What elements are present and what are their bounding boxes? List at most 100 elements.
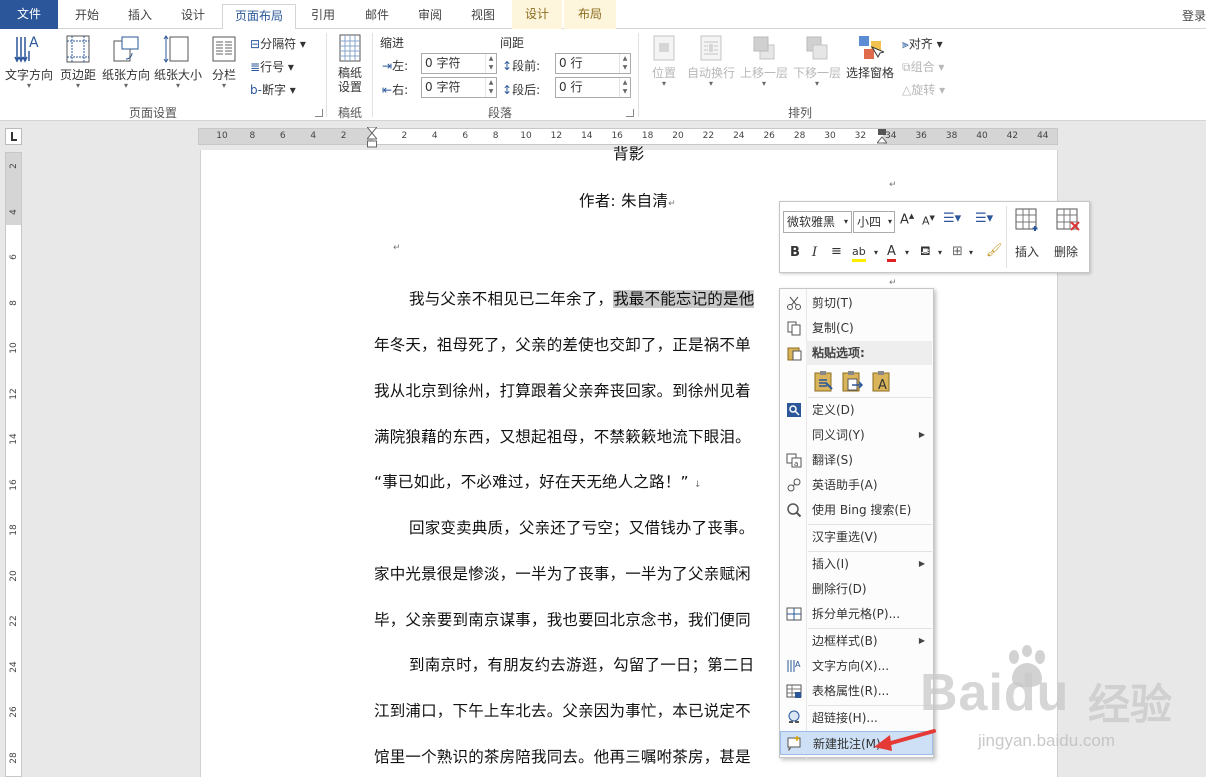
chevron-down-icon[interactable]: ▾ bbox=[905, 248, 909, 257]
orientation-button[interactable]: 纸张方向 ▾ bbox=[100, 33, 152, 90]
selected-text[interactable]: 我最不能忘记的是他 bbox=[613, 290, 755, 308]
columns-icon bbox=[212, 36, 236, 62]
rotate-button[interactable]: △旋转 ▾ bbox=[902, 81, 945, 98]
login-link[interactable]: 登录 bbox=[1182, 7, 1206, 24]
numbering-icon[interactable]: ☰▾ bbox=[975, 211, 993, 226]
tab-page-layout[interactable]: 页面布局 bbox=[222, 4, 296, 30]
tab-selector-icon[interactable] bbox=[5, 128, 22, 145]
menu-item-cut[interactable]: 剪切(T) bbox=[780, 291, 933, 315]
menu-item-reconvert[interactable]: 汉字重选(V) bbox=[780, 525, 933, 549]
vertical-ruler[interactable]: 2 4 6 8 10 12 14 16 18 20 22 24 26 28 bbox=[5, 152, 22, 777]
svg-text:A: A bbox=[795, 660, 801, 669]
chevron-down-icon[interactable]: ▾ bbox=[969, 248, 973, 257]
columns-button[interactable]: 分栏 ▾ bbox=[206, 33, 242, 90]
margins-button[interactable]: 页边距 ▾ bbox=[56, 33, 100, 90]
tab-home[interactable]: 开始 bbox=[62, 4, 112, 29]
menu-item-insert[interactable]: 插入(I) ▶ bbox=[780, 552, 933, 576]
insert-table-button[interactable] bbox=[1015, 208, 1041, 235]
tab-design[interactable]: 设计 bbox=[168, 4, 218, 29]
grow-font-icon[interactable]: A▲ bbox=[900, 212, 914, 227]
borders-icon[interactable]: ⊞ bbox=[952, 244, 963, 259]
group-objects-button[interactable]: ⧉组合 ▾ bbox=[902, 58, 944, 75]
menu-item-split-cells[interactable]: 拆分单元格(P)... bbox=[780, 602, 933, 626]
doc-line: 家中光景很是惨淡，一半为了丧事，一半为了父亲赋闲 bbox=[374, 565, 751, 583]
spacing-after-input[interactable]: 0 行 ▲ ▼ bbox=[555, 77, 631, 98]
page-size-button[interactable]: 纸张大小 ▾ bbox=[152, 33, 204, 90]
tab-view[interactable]: 视图 bbox=[458, 4, 508, 29]
paragraph-group-label: 段落 bbox=[487, 106, 512, 120]
tab-table-design[interactable]: 设计 bbox=[512, 0, 562, 29]
center-align-icon[interactable]: ≡ bbox=[831, 244, 842, 259]
indent-left-input[interactable]: 0 字符 ▲ ▼ bbox=[421, 53, 497, 74]
spinner-arrows-icon[interactable]: ▲ ▼ bbox=[619, 54, 630, 73]
menu-item-border-styles[interactable]: 边框样式(B) ▶ bbox=[780, 629, 933, 653]
selection-pane-label: 选择窗格 bbox=[845, 66, 894, 80]
scissors-icon bbox=[787, 296, 801, 310]
menu-item-delete-row[interactable]: 删除行(D) bbox=[780, 577, 933, 601]
selection-pane-button[interactable]: 选择窗格 bbox=[844, 33, 896, 80]
spinner-arrows-icon[interactable]: ▲ ▼ bbox=[619, 78, 630, 97]
bullets-icon[interactable]: ☰▾ bbox=[943, 211, 961, 226]
bold-icon[interactable]: B bbox=[790, 245, 800, 260]
indent-marker-icon[interactable] bbox=[365, 126, 379, 148]
ruler-tick-label: 38 bbox=[945, 131, 958, 141]
tab-insert[interactable]: 插入 bbox=[115, 4, 165, 29]
chevron-down-icon[interactable]: ▾ bbox=[938, 248, 942, 257]
paste-icon bbox=[787, 347, 802, 361]
chevron-down-icon: ▾ bbox=[843, 217, 848, 226]
line-numbers-button[interactable]: ≣行号 ▾ bbox=[250, 58, 294, 75]
paste-merge-icon[interactable] bbox=[840, 369, 864, 396]
doc-line: “事已如此，不必难过，好在天无绝人之路！” ↓ bbox=[374, 473, 702, 491]
send-backward-button[interactable]: 下移一层 ▾ bbox=[792, 33, 842, 88]
menu-item-english-assistant[interactable]: 英语助手(A) bbox=[780, 473, 933, 497]
paste-keep-source-icon[interactable] bbox=[812, 369, 836, 396]
chevron-down-icon[interactable]: ▾ bbox=[874, 248, 878, 257]
text-direction-label: 文字方向 bbox=[4, 68, 53, 82]
hyphenation-button[interactable]: b-断字 ▾ bbox=[250, 81, 296, 98]
watermark-brand: Baidu bbox=[920, 664, 1070, 722]
delete-table-button[interactable] bbox=[1056, 208, 1082, 235]
menu-item-copy[interactable]: 复制(C) bbox=[780, 316, 933, 340]
shrink-font-icon[interactable]: A▼ bbox=[922, 214, 935, 228]
ruler-tick-label: 24 bbox=[9, 660, 19, 673]
menu-item-border-label: 边框样式(B) bbox=[812, 634, 878, 648]
menu-item-synonyms[interactable]: 同义词(Y) ▶ bbox=[780, 423, 933, 447]
breaks-button[interactable]: ⊟分隔符 ▾ bbox=[250, 35, 306, 52]
menu-item-table-properties[interactable]: 表格属性(R)... bbox=[780, 679, 933, 703]
tab-file[interactable]: 文件 bbox=[0, 0, 58, 29]
manuscript-settings-button[interactable]: 稿纸 设置 bbox=[332, 33, 368, 94]
page-setup-launcher-icon[interactable] bbox=[315, 109, 323, 117]
doc-line: 我从北京到徐州，打算跟着父亲奔丧回家。到徐州见着 bbox=[374, 382, 751, 400]
text-direction-button[interactable]: A 文字方向 ▾ bbox=[4, 33, 54, 90]
menu-item-text-direction[interactable]: A 文字方向(X)... bbox=[780, 654, 933, 678]
ruler-tick-label: 28 bbox=[793, 131, 806, 141]
spinner-arrows-icon[interactable]: ▲ ▼ bbox=[485, 54, 496, 73]
wrap-text-button[interactable]: 自动换行 ▾ bbox=[686, 33, 736, 88]
tab-references[interactable]: 引用 bbox=[298, 4, 348, 29]
tab-review[interactable]: 审阅 bbox=[405, 4, 455, 29]
paragraph-launcher-icon[interactable] bbox=[626, 109, 634, 117]
bring-forward-button[interactable]: 上移一层 ▾ bbox=[739, 33, 789, 88]
ruler-tick-label: 2 bbox=[340, 131, 347, 141]
font-size-combo[interactable]: 小四 ▾ bbox=[853, 211, 895, 233]
tab-table-layout[interactable]: 布局 bbox=[564, 0, 616, 29]
tab-mailings[interactable]: 邮件 bbox=[352, 4, 402, 29]
shading-icon[interactable]: ⛾ bbox=[920, 244, 931, 261]
menu-item-translate[interactable]: a 翻译(S) bbox=[780, 448, 933, 472]
position-button[interactable]: 位置 ▾ bbox=[644, 33, 684, 88]
format-painter-icon[interactable]: 🖌 bbox=[986, 243, 1003, 258]
spinner-arrows-icon[interactable]: ▲ ▼ bbox=[485, 78, 496, 97]
paste-text-only-icon[interactable]: A bbox=[870, 369, 894, 396]
breaks-label: 分隔符 bbox=[260, 37, 297, 51]
menu-item-define[interactable]: 定义(D) bbox=[780, 398, 933, 422]
menu-item-bing-search[interactable]: 使用 Bing 搜索(E) bbox=[780, 498, 933, 522]
highlight-icon[interactable]: ab bbox=[852, 244, 866, 262]
doc-line: 我与父亲不相见已二年余了，我最不能忘记的是他 bbox=[409, 290, 755, 308]
ribbon: A 文字方向 ▾ 页边距 ▾ 纸张方向 ▾ 纸张大小 ▾ 分栏 ▾ ⊟分隔符 ▾ ≣行号 … bbox=[0, 29, 1206, 121]
font-color-icon[interactable]: A bbox=[887, 244, 896, 262]
italic-icon[interactable]: I bbox=[812, 245, 817, 260]
spacing-before-input[interactable]: 0 行 ▲ ▼ bbox=[555, 53, 631, 74]
font-name-combo[interactable]: 微软雅黑 ▾ bbox=[783, 211, 852, 233]
indent-right-input[interactable]: 0 字符 ▲ ▼ bbox=[421, 77, 497, 98]
align-button[interactable]: ⫸对齐 ▾ bbox=[902, 35, 943, 52]
